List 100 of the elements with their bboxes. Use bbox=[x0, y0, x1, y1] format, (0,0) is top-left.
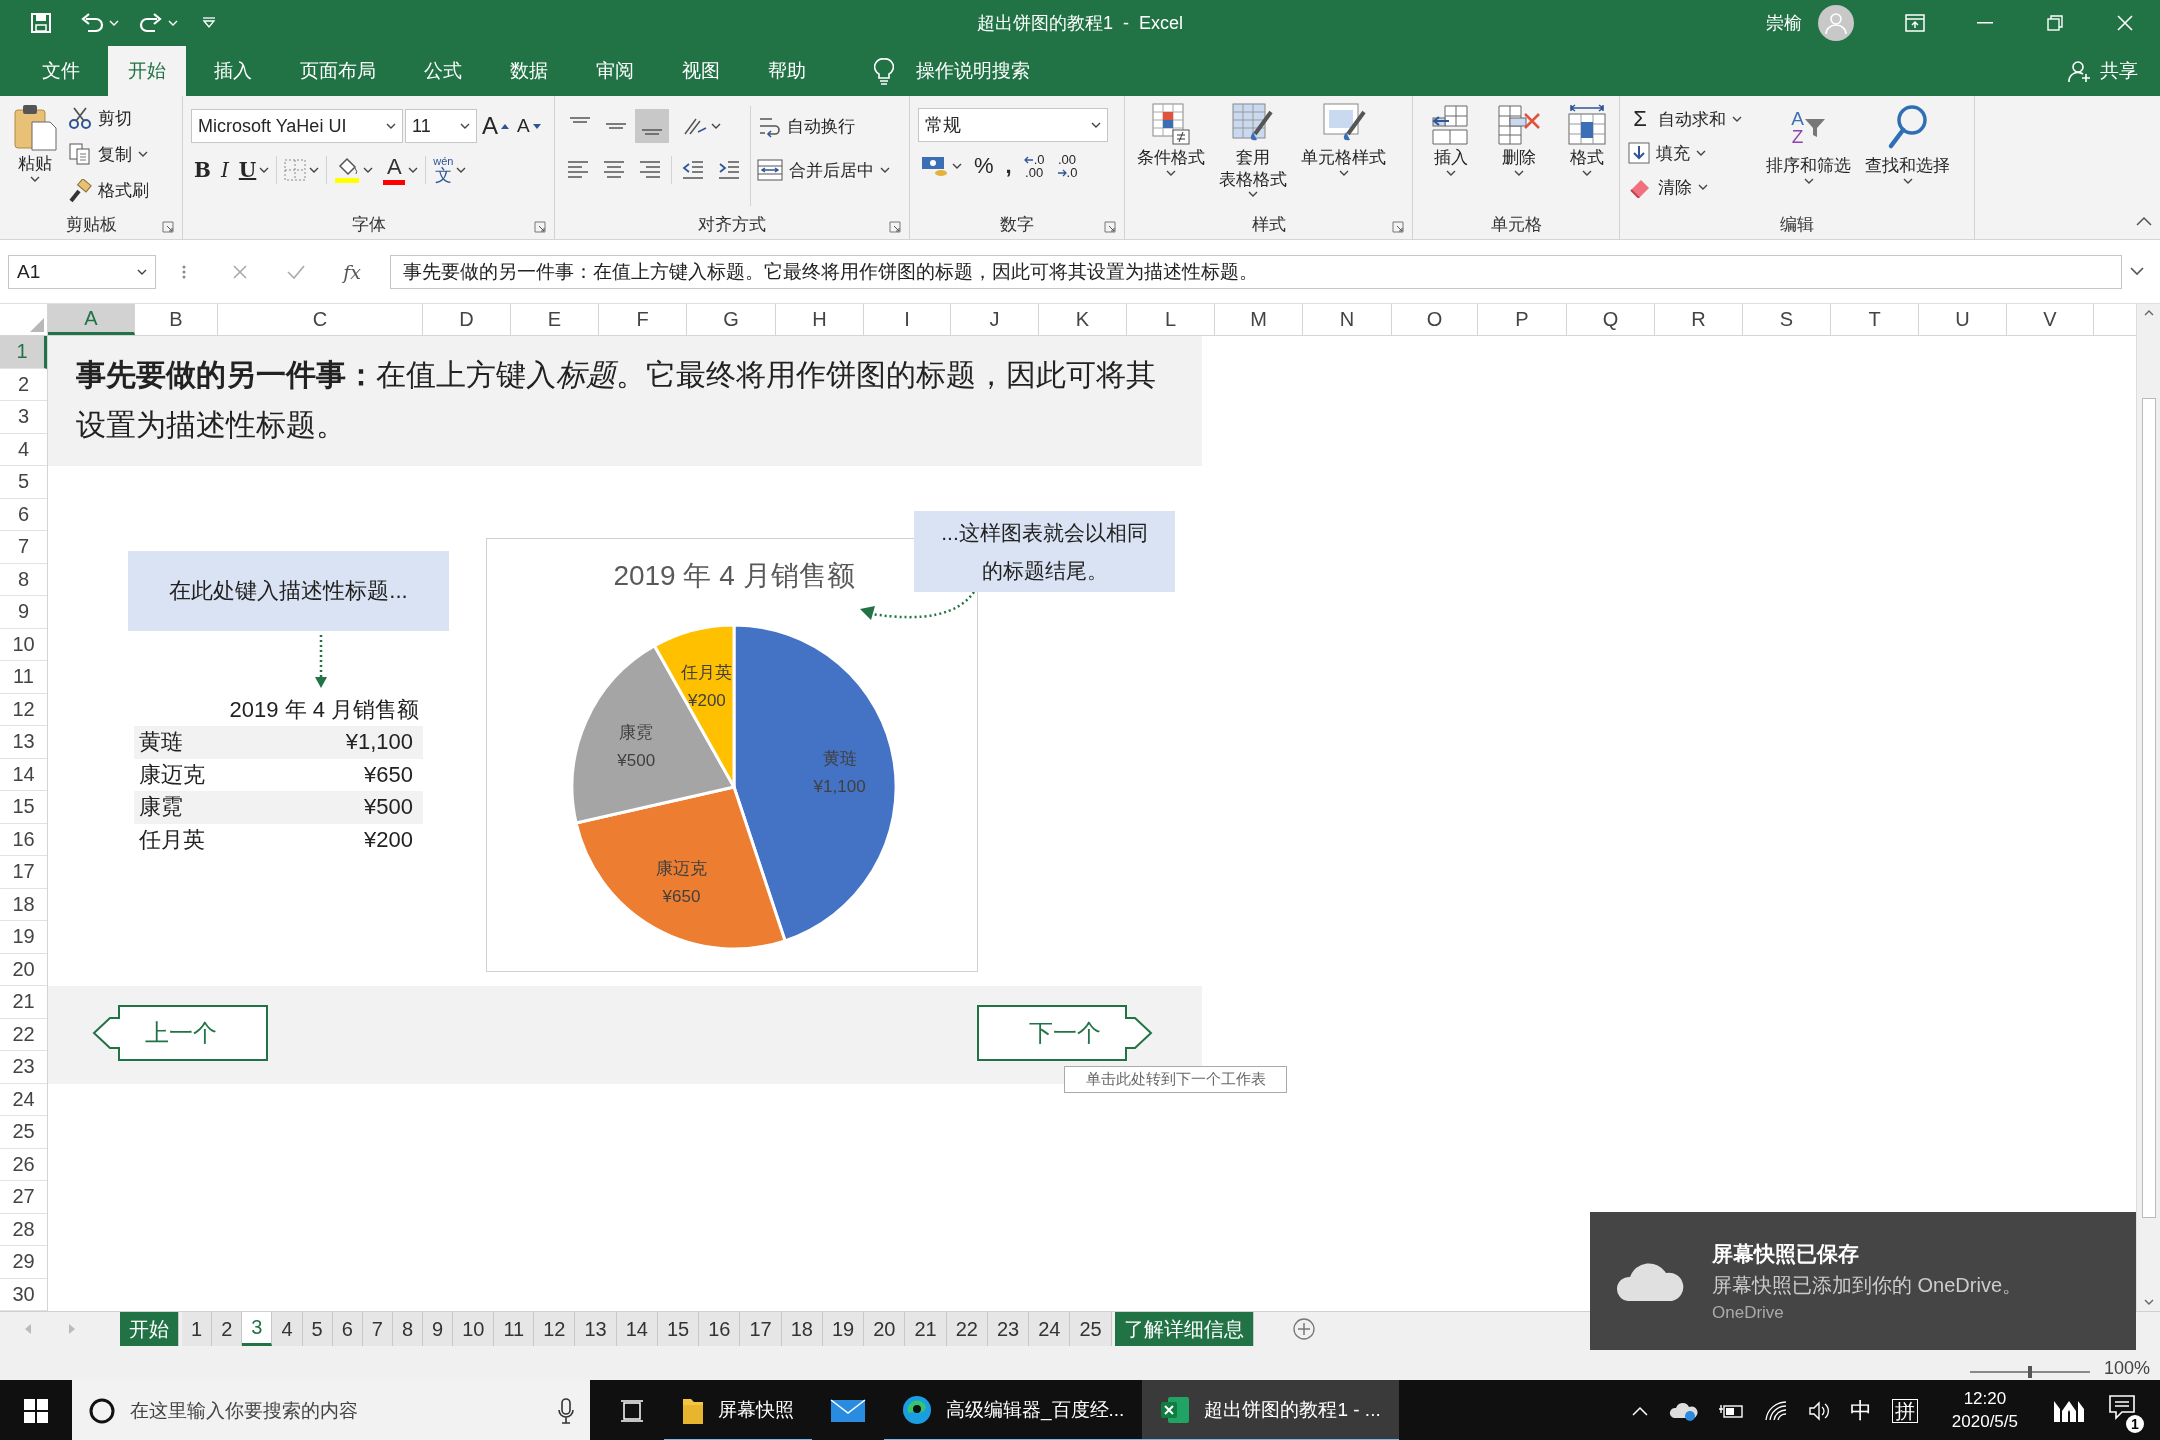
ribbon-tab[interactable]: 数据 bbox=[490, 46, 568, 96]
avatar-icon[interactable] bbox=[1818, 5, 1854, 41]
row-header[interactable]: 28 bbox=[0, 1213, 47, 1246]
font-color-button[interactable]: A bbox=[380, 153, 422, 187]
tell-me-search[interactable]: 操作说明搜索 bbox=[874, 46, 1030, 96]
add-sheet-icon[interactable] bbox=[1292, 1318, 1315, 1340]
sheet-tab[interactable]: 14 bbox=[616, 1312, 658, 1346]
sheet-tab[interactable]: 开始 bbox=[120, 1312, 179, 1346]
row-header[interactable]: 1 bbox=[0, 336, 47, 369]
row-header[interactable]: 15 bbox=[0, 791, 47, 824]
sheet-tab[interactable]: 24 bbox=[1029, 1312, 1071, 1346]
cut-button[interactable]: 剪切 bbox=[68, 102, 149, 135]
column-header[interactable]: P bbox=[1478, 304, 1567, 335]
percent-button[interactable]: % bbox=[971, 149, 997, 183]
ribbon-tab[interactable]: 审阅 bbox=[576, 46, 654, 96]
row-header[interactable]: 24 bbox=[0, 1083, 47, 1116]
sheet-tab[interactable]: 13 bbox=[575, 1312, 617, 1346]
taskbar-app[interactable]: 屏幕快照 bbox=[664, 1380, 812, 1440]
sheet-tab[interactable]: 22 bbox=[946, 1312, 988, 1346]
delete-button[interactable]: 删除 bbox=[1487, 100, 1551, 209]
zoom-slider[interactable] bbox=[1969, 1365, 2090, 1379]
cell-styles-button[interactable]: 单元格样式 bbox=[1297, 100, 1390, 209]
column-header[interactable]: U bbox=[1919, 304, 2007, 335]
insert-function-button[interactable]: fx bbox=[324, 260, 380, 283]
sheet-tab[interactable]: 11 bbox=[494, 1312, 535, 1346]
row-header[interactable]: 17 bbox=[0, 856, 47, 889]
autosum-button[interactable]: Σ 自动求和 bbox=[1628, 102, 1742, 136]
clear-button[interactable]: 清除 bbox=[1628, 170, 1742, 204]
ribbon-tab[interactable]: 文件 bbox=[22, 46, 100, 96]
row-header[interactable]: 11 bbox=[0, 661, 47, 694]
paste-button[interactable]: 粘贴 bbox=[8, 100, 62, 209]
row-header[interactable]: 2 bbox=[0, 368, 47, 401]
sheet-tab[interactable]: 18 bbox=[781, 1312, 823, 1346]
row-header[interactable]: 12 bbox=[0, 693, 47, 726]
dialog-launcher-icon[interactable] bbox=[1104, 221, 1116, 233]
column-header[interactable]: H bbox=[776, 304, 864, 335]
conditional-format-button[interactable]: 条件格式 bbox=[1133, 100, 1209, 209]
save-button[interactable] bbox=[30, 12, 52, 34]
column-header[interactable]: I bbox=[864, 304, 951, 335]
fill-button[interactable]: 填充 bbox=[1628, 136, 1742, 170]
column-header[interactable]: D bbox=[423, 304, 511, 335]
underline-button[interactable]: U bbox=[235, 153, 273, 187]
expand-icon[interactable] bbox=[2130, 267, 2144, 276]
column-header[interactable]: J bbox=[951, 304, 1039, 335]
phonetic-button[interactable]: wén 文 bbox=[430, 153, 470, 187]
decrease-decimal-button[interactable]: .00 .0 bbox=[1053, 148, 1081, 184]
sheet-tab[interactable]: 5 bbox=[302, 1312, 333, 1346]
notification-button[interactable]: 1 bbox=[2106, 1387, 2146, 1435]
dialog-launcher-icon[interactable] bbox=[889, 221, 901, 233]
input-method-indicator[interactable]: 拼 bbox=[1891, 1399, 1918, 1423]
undo-button[interactable] bbox=[80, 13, 119, 33]
sheet-tab[interactable]: 19 bbox=[822, 1312, 865, 1346]
share-button[interactable]: 共享 bbox=[2068, 46, 2138, 96]
cloud-sync-icon[interactable] bbox=[1667, 1400, 1698, 1422]
row-header[interactable]: 7 bbox=[0, 531, 47, 564]
column-header[interactable]: T bbox=[1831, 304, 1919, 335]
row-header[interactable]: 16 bbox=[0, 823, 47, 856]
column-header[interactable]: M bbox=[1215, 304, 1303, 335]
next-button[interactable]: 下一个 bbox=[976, 1004, 1153, 1062]
shrink-font-button[interactable]: A bbox=[514, 109, 544, 143]
sheet-tab[interactable]: 21 bbox=[905, 1312, 947, 1346]
taskbar-search-field[interactable]: 在这里输入你要搜索的内容 bbox=[72, 1380, 590, 1440]
row-header[interactable]: 27 bbox=[0, 1181, 47, 1214]
format-button[interactable]: 格式 bbox=[1557, 100, 1617, 209]
wrap-text-button[interactable]: 自动换行 bbox=[757, 106, 890, 146]
zoom-level[interactable]: 100% bbox=[2103, 1358, 2150, 1379]
slider-thumb[interactable] bbox=[2027, 1366, 2032, 1378]
italic-button[interactable]: I bbox=[217, 153, 232, 187]
sheet-tab[interactable]: 12 bbox=[534, 1312, 576, 1346]
row-header[interactable]: 4 bbox=[0, 433, 47, 466]
row-header[interactable]: 26 bbox=[0, 1148, 47, 1181]
column-header[interactable]: N bbox=[1303, 304, 1392, 335]
sheet-tab[interactable]: 20 bbox=[864, 1312, 906, 1346]
column-header[interactable]: K bbox=[1039, 304, 1127, 335]
increase-decimal-button[interactable]: .0 .00 bbox=[1020, 148, 1048, 184]
sort-filter-button[interactable]: A Z 排序和筛选 bbox=[1762, 100, 1855, 209]
bold-button[interactable]: B bbox=[191, 153, 214, 187]
row-header[interactable]: 23 bbox=[0, 1051, 47, 1084]
column-header[interactable]: C bbox=[218, 304, 423, 335]
row-header[interactable]: 14 bbox=[0, 758, 47, 791]
row-header[interactable]: 19 bbox=[0, 921, 47, 954]
sheet-tab[interactable]: 了解详细信息 bbox=[1114, 1312, 1254, 1346]
row-header[interactable]: 13 bbox=[0, 726, 47, 759]
sheet-tab[interactable]: 2 bbox=[212, 1312, 243, 1346]
ribbon-tab[interactable]: 视图 bbox=[662, 46, 740, 96]
sheet-tab[interactable]: 17 bbox=[740, 1312, 782, 1346]
sheet-tab[interactable]: 4 bbox=[272, 1312, 303, 1346]
wifi-icon[interactable] bbox=[1763, 1401, 1788, 1421]
column-header[interactable]: O bbox=[1392, 304, 1478, 335]
font-name-dropdown[interactable]: Microsoft YaHei UI bbox=[191, 109, 403, 143]
notification-toast[interactable]: 屏幕快照已保存 屏幕快照已添加到你的 OneDrive。 OneDrive bbox=[1590, 1212, 2136, 1350]
sheet-tab[interactable]: 9 bbox=[423, 1312, 454, 1346]
format-painter-button[interactable]: 格式刷 bbox=[68, 174, 149, 207]
format-as-table-button[interactable]: 套用 表格格式 bbox=[1215, 100, 1291, 209]
column-header[interactable]: Q bbox=[1567, 304, 1655, 335]
dialog-launcher-icon[interactable] bbox=[534, 221, 546, 233]
row-header[interactable]: 29 bbox=[0, 1246, 47, 1279]
grow-font-button[interactable]: A bbox=[479, 109, 512, 143]
column-header[interactable]: R bbox=[1655, 304, 1743, 335]
sheet-tab[interactable]: 7 bbox=[362, 1312, 393, 1346]
